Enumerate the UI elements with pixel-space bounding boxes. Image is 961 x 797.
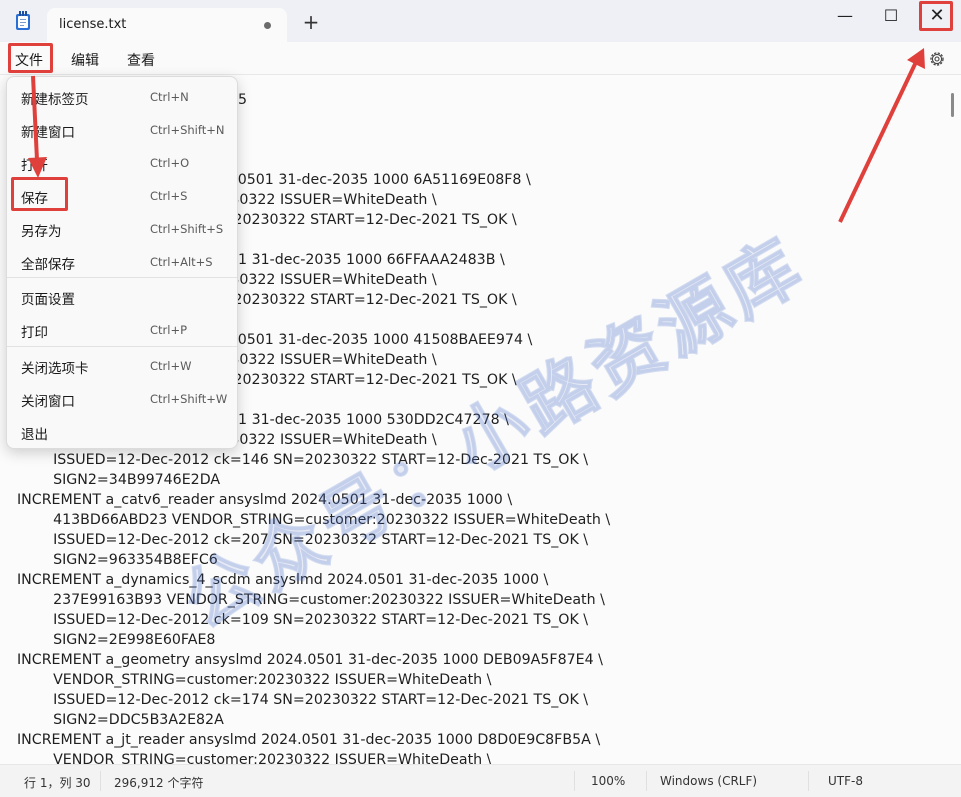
editor-line[interactable]: VENDOR_STRING=customer:20230322 ISSUER=W… bbox=[17, 750, 942, 764]
editor-line[interactable]: ISSUED=12-Dec-2012 ck=146 SN=20230322 ST… bbox=[17, 450, 942, 470]
menu-item-label: 退出 bbox=[21, 427, 48, 443]
file-menu-dropdown: 新建标签页 Ctrl+N 新建窗口 Ctrl+Shift+N 打开 Ctrl+O 保存 Ctr… bbox=[6, 76, 238, 449]
editor-line[interactable]: INCREMENT a_catv6_reader ansyslmd 2024.0… bbox=[17, 490, 942, 510]
minimize-button[interactable]: — bbox=[822, 0, 868, 32]
maximize-button[interactable]: ☐ bbox=[868, 0, 914, 32]
editor-line[interactable]: SIGN2=2E998E60FAE8 bbox=[17, 630, 942, 650]
menu-item-shortcut: Ctrl+W bbox=[150, 359, 192, 373]
editor-line[interactable]: SIGN2=34B99746E2DA bbox=[17, 470, 942, 490]
menu-separator bbox=[7, 277, 237, 278]
menu-item-shortcut: Ctrl+Alt+S bbox=[150, 255, 213, 269]
menu-item-shortcut: Ctrl+P bbox=[150, 323, 188, 337]
vertical-scrollbar[interactable] bbox=[951, 93, 954, 117]
menu-edit[interactable]: 编辑 bbox=[71, 50, 99, 70]
menu-item-save-all[interactable]: 全部保存 Ctrl+Alt+S bbox=[7, 245, 237, 278]
menu-item-save-as[interactable]: 另存为 Ctrl+Shift+S bbox=[7, 212, 237, 245]
editor-line[interactable]: ISSUED=12-Dec-2012 ck=109 SN=20230322 ST… bbox=[17, 610, 942, 630]
highlight-file-menu bbox=[8, 43, 53, 73]
menu-item-label: 全部保存 bbox=[21, 257, 75, 273]
status-bar: 行 1，列 30 296,912 个字符 100% Windows (CRLF)… bbox=[0, 764, 961, 797]
editor-line[interactable]: INCREMENT a_geometry ansyslmd 2024.0501 … bbox=[17, 650, 942, 670]
encoding[interactable]: UTF-8 bbox=[828, 774, 863, 788]
tab-license-txt[interactable]: license.txt bbox=[47, 8, 287, 42]
menu-view[interactable]: 查看 bbox=[127, 50, 155, 70]
menu-item-label: 另存为 bbox=[21, 224, 62, 240]
menu-item-close-window[interactable]: 关闭窗口 Ctrl+Shift+W bbox=[7, 382, 237, 415]
menu-item-shortcut: Ctrl+O bbox=[150, 156, 190, 170]
menu-bar: 文件 编辑 查看 bbox=[0, 42, 961, 75]
highlight-save-item bbox=[11, 177, 68, 211]
menu-item-new-window[interactable]: 新建窗口 Ctrl+Shift+N bbox=[7, 113, 237, 146]
unsaved-dot-icon[interactable] bbox=[264, 22, 271, 29]
editor-line[interactable]: ISSUED=12-Dec-2012 ck=174 SN=20230322 ST… bbox=[17, 690, 942, 710]
tab-title: license.txt bbox=[59, 17, 127, 32]
menu-item-label: 打开 bbox=[21, 158, 48, 174]
menu-item-label: 打印 bbox=[21, 325, 48, 341]
notepad-app-icon bbox=[16, 11, 30, 30]
menu-item-label: 新建窗口 bbox=[21, 125, 75, 141]
menu-item-close-tab[interactable]: 关闭选项卡 Ctrl+W bbox=[7, 349, 237, 382]
menu-item-label: 新建标签页 bbox=[21, 92, 89, 108]
line-ending[interactable]: Windows (CRLF) bbox=[660, 774, 757, 788]
menu-item-label: 关闭选项卡 bbox=[21, 361, 89, 377]
menu-item-label: 关闭窗口 bbox=[21, 394, 75, 410]
menu-item-print[interactable]: 打印 Ctrl+P bbox=[7, 313, 237, 346]
editor-line[interactable]: ISSUED=12-Dec-2012 ck=207 SN=20230322 ST… bbox=[17, 530, 942, 550]
editor-line[interactable]: INCREMENT a_jt_reader ansyslmd 2024.0501… bbox=[17, 730, 942, 750]
editor-line[interactable]: VENDOR_STRING=customer:20230322 ISSUER=W… bbox=[17, 670, 942, 690]
menu-item-exit[interactable]: 退出 bbox=[7, 415, 237, 448]
editor-line[interactable]: 413BD66ABD23 VENDOR_STRING=customer:2023… bbox=[17, 510, 942, 530]
menu-item-new-tab[interactable]: 新建标签页 Ctrl+N bbox=[7, 80, 237, 113]
menu-item-shortcut: Ctrl+S bbox=[150, 189, 188, 203]
character-count: 296,912 个字符 bbox=[114, 776, 204, 790]
highlight-close-button bbox=[919, 1, 953, 31]
menu-item-page-setup[interactable]: 页面设置 bbox=[7, 280, 237, 313]
menu-item-shortcut: Ctrl+Shift+N bbox=[150, 123, 225, 137]
zoom-level[interactable]: 100% bbox=[591, 774, 625, 788]
editor-line[interactable]: SIGN2=DDC5B3A2E82A bbox=[17, 710, 942, 730]
gear-icon[interactable] bbox=[928, 50, 946, 68]
editor-line[interactable]: INCREMENT a_dynamics_4_scdm ansyslmd 202… bbox=[17, 570, 942, 590]
menu-item-label: 页面设置 bbox=[21, 292, 75, 308]
menu-item-shortcut: Ctrl+Shift+S bbox=[150, 222, 224, 236]
menu-item-open[interactable]: 打开 Ctrl+O bbox=[7, 146, 237, 179]
menu-item-shortcut: Ctrl+N bbox=[150, 90, 189, 104]
editor-line[interactable]: SIGN2=963354B8EFC6 bbox=[17, 550, 942, 570]
editor-line[interactable]: 237E99163B93 VENDOR_STRING=customer:2023… bbox=[17, 590, 942, 610]
title-bar: license.txt + — ☐ ✕ bbox=[0, 0, 961, 42]
menu-item-shortcut: Ctrl+Shift+W bbox=[150, 392, 228, 406]
menu-separator bbox=[7, 346, 237, 347]
new-tab-button[interactable]: + bbox=[300, 12, 322, 34]
cursor-position: 行 1，列 30 bbox=[24, 776, 91, 790]
